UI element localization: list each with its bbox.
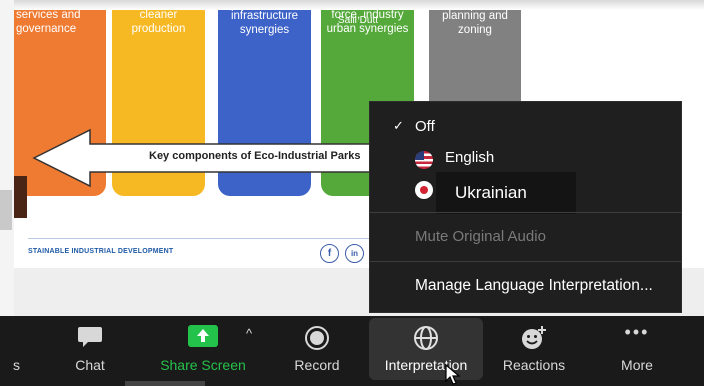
linkedin-icon: in	[345, 244, 364, 263]
column-text: planning and zoning	[442, 10, 508, 36]
menu-divider	[370, 212, 681, 213]
globe-icon	[413, 325, 439, 354]
toolbar-label: More	[621, 357, 653, 373]
column-text: infrastructure synergies	[230, 10, 299, 36]
emoji-plus-icon	[520, 325, 548, 354]
toolbar-label: Record	[294, 357, 340, 373]
toolbar-label: Interpretation	[384, 357, 468, 373]
more-dots-icon: •••	[624, 322, 650, 342]
chevron-up-icon[interactable]: ^	[246, 326, 252, 341]
menu-item-label: English	[445, 149, 495, 166]
toolbar-label: s	[13, 357, 20, 373]
arrow-label: Key components of Eco-Industrial Parks	[149, 150, 361, 162]
share-screen-icon	[188, 325, 218, 350]
toolbar-label: Share Screen	[160, 357, 246, 373]
share-screen-button[interactable]: ^ Share Screen	[150, 316, 256, 386]
slide-dark-block	[14, 176, 27, 218]
record-icon	[304, 325, 330, 354]
toolbar-indicator	[125, 381, 205, 386]
interpretation-button[interactable]: Interpretation	[369, 318, 483, 380]
more-button[interactable]: ••• More	[606, 316, 668, 386]
menu-item-label: Manage Language Interpretation...	[415, 277, 653, 294]
footer-divider	[28, 238, 378, 239]
toolbar-label: Reactions	[502, 357, 566, 373]
reactions-button[interactable]: Reactions	[494, 316, 574, 386]
menu-item-label: Mute Original Audio	[415, 228, 546, 245]
facebook-icon: f	[320, 244, 339, 263]
chat-button[interactable]: Chat	[60, 316, 120, 386]
slide-footer-text: STAINABLE INDUSTRIAL DEVELOPMENT	[28, 248, 174, 255]
meeting-toolbar: s Chat ^ Share Screen Record Interpretat…	[0, 316, 704, 386]
record-button[interactable]: Record	[284, 316, 350, 386]
ukrainian-tooltip: Ukrainian	[436, 172, 576, 214]
left-shadow	[0, 190, 12, 230]
interpretation-menu: ✓ Off English Ukrainian Mute Original Au…	[369, 101, 682, 313]
chat-icon	[77, 325, 103, 352]
mouse-cursor-icon	[445, 364, 461, 385]
toolbar-label: Chat	[75, 357, 105, 373]
top-shadow	[0, 0, 704, 10]
menu-item-label: Off	[415, 118, 435, 135]
us-flag-icon	[415, 151, 433, 169]
presenter-name: Salil Dutt	[338, 15, 379, 26]
left-strip	[0, 0, 14, 316]
ukrainian-flag-icon	[415, 181, 433, 199]
toolbar-item-partial[interactable]: s	[0, 316, 26, 386]
checkmark-icon: ✓	[393, 118, 404, 133]
menu-divider	[370, 261, 681, 262]
